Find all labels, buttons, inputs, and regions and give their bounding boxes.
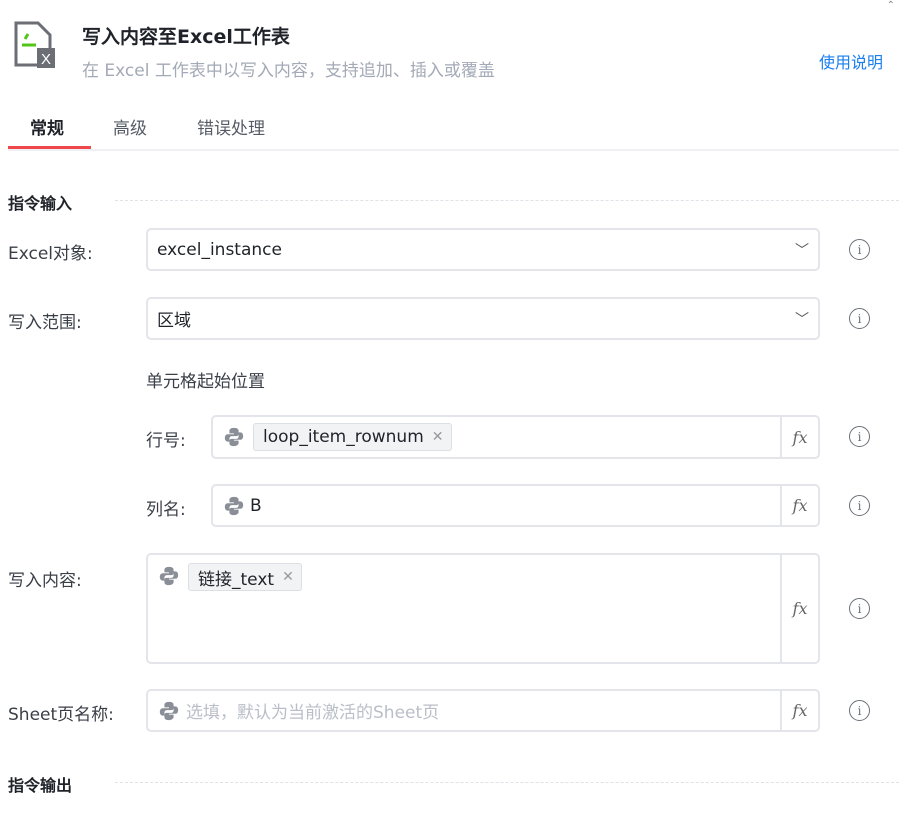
svg-text:X: X — [41, 51, 51, 68]
variable-tag-label: loop_item_rownum — [263, 427, 424, 447]
excel-file-icon: X — [14, 21, 55, 68]
col-label: 列名: — [146, 500, 186, 520]
info-icon[interactable]: i — [849, 495, 870, 516]
excel-object-select[interactable]: excel_instance ﹀ — [146, 228, 820, 271]
variable-tag: loop_item_rownum ✕ — [253, 423, 452, 451]
divider — [115, 782, 899, 783]
col-value: B — [250, 495, 262, 516]
variable-tag: 链接_text ✕ — [188, 563, 302, 591]
chevron-down-icon: ﹀ — [795, 311, 809, 328]
excel-object-value: excel_instance — [157, 239, 282, 260]
remove-tag-icon[interactable]: ✕ — [432, 429, 444, 445]
excel-object-label: Excel对象: — [8, 244, 93, 264]
cell-start-label: 单元格起始位置 — [146, 372, 265, 392]
info-icon[interactable]: i — [849, 598, 870, 619]
python-icon — [224, 496, 244, 515]
formula-button[interactable]: fx — [780, 486, 818, 525]
python-icon — [224, 427, 244, 447]
active-tab-indicator — [8, 146, 91, 149]
tab-error-handling[interactable]: 错误处理 — [197, 114, 265, 139]
range-label: 写入范围: — [8, 313, 82, 333]
info-icon[interactable]: i — [849, 700, 870, 721]
content-label: 写入内容: — [8, 571, 82, 591]
formula-button[interactable]: fx — [780, 417, 818, 457]
info-icon[interactable]: i — [849, 426, 870, 447]
python-icon — [159, 566, 179, 586]
content-textarea[interactable]: 链接_text ✕ fx — [146, 553, 820, 664]
remove-tag-icon[interactable]: ✕ — [282, 569, 294, 585]
page-title: 写入内容至Excel工作表 — [82, 26, 290, 48]
python-icon — [159, 701, 179, 720]
chevron-down-icon: ﹀ — [795, 242, 809, 259]
formula-button[interactable]: fx — [780, 691, 818, 730]
help-link[interactable]: 使用说明 — [819, 49, 883, 73]
tab-advanced[interactable]: 高级 — [113, 114, 147, 139]
tab-general[interactable]: 常规 — [30, 114, 64, 139]
range-value: 区域 — [157, 311, 191, 331]
page-subtitle: 在 Excel 工作表中以写入内容，支持追加、插入或覆盖 — [82, 61, 495, 81]
variable-tag-label: 链接_text — [198, 569, 275, 590]
formula-button[interactable]: fx — [780, 555, 818, 662]
row-input[interactable]: loop_item_rownum ✕ fx — [211, 415, 820, 459]
col-input[interactable]: B fx — [211, 484, 820, 527]
tab-divider — [8, 149, 899, 151]
corner-arrow-icon: ⌃ — [886, 0, 895, 11]
section-output-title: 指令输出 — [8, 776, 73, 795]
row-label: 行号: — [146, 431, 186, 451]
section-input-title: 指令输入 — [8, 194, 73, 213]
sheet-label: Sheet页名称: — [8, 705, 114, 725]
divider — [115, 200, 899, 201]
sheet-placeholder: 选填，默认为当前激活的Sheet页 — [186, 703, 440, 723]
info-icon[interactable]: i — [849, 308, 870, 329]
info-icon[interactable]: i — [849, 239, 870, 260]
range-select[interactable]: 区域 ﹀ — [146, 297, 820, 340]
sheet-input[interactable]: 选填，默认为当前激活的Sheet页 fx — [146, 689, 820, 732]
